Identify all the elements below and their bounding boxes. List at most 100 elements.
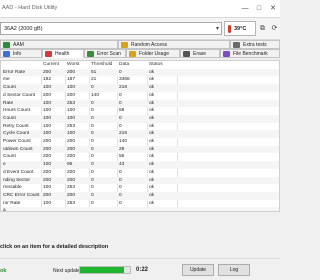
info-icon bbox=[3, 51, 10, 57]
current-value: 100 bbox=[43, 123, 52, 129]
copy-icon[interactable]: ⧉ bbox=[257, 21, 268, 36]
table-row[interactable]: me 192 187 21 3366 ok bbox=[1, 76, 279, 84]
worst-value: 200 bbox=[67, 177, 76, 183]
attribute-name: me bbox=[3, 77, 10, 83]
update-progress-bar bbox=[79, 266, 131, 274]
current-value: 100 bbox=[43, 185, 52, 191]
attribute-name: Count bbox=[3, 115, 16, 121]
close-button[interactable]: ✕ bbox=[266, 0, 280, 18]
attribute-name: Count bbox=[3, 154, 16, 160]
column-header-attribute[interactable] bbox=[1, 61, 41, 69]
drive-select[interactable]: 36A2 (2000 gB) ▾ bbox=[0, 22, 222, 35]
table-row[interactable]: Cycle Count 100 100 0 216 ok bbox=[1, 130, 279, 138]
attribute-status: ok bbox=[149, 192, 155, 198]
current-value: 200 bbox=[43, 177, 52, 183]
random-access-icon bbox=[121, 42, 128, 48]
table-row[interactable]: utdown Count 200 200 0 29 ok bbox=[1, 145, 279, 154]
description-panel: click on an item for a detailed descript… bbox=[0, 212, 280, 258]
table-row[interactable]: Count 100 100 0 0 ok bbox=[1, 114, 279, 123]
attribute-status: ok bbox=[149, 162, 155, 168]
tab-info[interactable]: Info bbox=[0, 49, 42, 58]
tab-folder-usage[interactable]: Folder Usage bbox=[126, 49, 180, 58]
attribute-name: rrectable bbox=[3, 185, 22, 191]
table-row[interactable]: rrectable 100 253 0 0 ok bbox=[1, 184, 279, 192]
raw-data: 0 bbox=[119, 192, 122, 198]
attribute-status: ok bbox=[149, 92, 155, 98]
table-row[interactable]: Count 200 200 0 56 ok bbox=[1, 153, 279, 161]
table-row[interactable]: nding Sector 200 200 0 0 ok bbox=[1, 176, 279, 185]
worst-value: 200 bbox=[67, 92, 76, 98]
tab-file-benchmark[interactable]: File Benchmark bbox=[220, 49, 280, 58]
attribute-name: Power Count bbox=[3, 139, 31, 144]
tab-extra-tests[interactable]: Extra tests bbox=[230, 40, 280, 49]
raw-data: 58 bbox=[119, 108, 125, 114]
update-button[interactable]: Update bbox=[182, 264, 214, 276]
maximize-button[interactable]: □ bbox=[252, 0, 266, 18]
current-value: 200 bbox=[43, 169, 52, 175]
threshold-value: 0 bbox=[91, 108, 94, 114]
raw-data: 140 bbox=[119, 139, 128, 144]
tab-error-scan[interactable]: Error Scan bbox=[84, 49, 126, 58]
raw-data: 0 bbox=[119, 177, 122, 183]
worst-value: 200 bbox=[67, 192, 76, 198]
table-row[interactable]: ror Rate 100 253 0 0 ok bbox=[1, 200, 279, 208]
tab-label: File Benchmark bbox=[233, 51, 268, 57]
drive-toolbar: 36A2 (2000 gB) ▾ 39°C ⧉ ⟳ bbox=[0, 18, 280, 40]
current-value: 100 bbox=[43, 200, 52, 206]
threshold-value: 0 bbox=[91, 169, 94, 175]
temperature-display: 39°C bbox=[224, 21, 256, 36]
column-header-status[interactable]: Status bbox=[147, 61, 177, 69]
attribute-status: ok bbox=[149, 115, 155, 121]
tab-health[interactable]: Health bbox=[42, 49, 84, 58]
table-row[interactable]: Error Rate 200 200 51 0 ok bbox=[1, 68, 279, 77]
table-row[interactable]: Count 100 100 0 218 ok bbox=[1, 84, 279, 92]
tab-label: AAM bbox=[13, 42, 24, 48]
attribute-status: ok bbox=[149, 100, 155, 106]
tab-row-bottom: Info Health Error Scan Folder Usage Eras… bbox=[0, 49, 280, 58]
column-header-threshold[interactable]: Threshold bbox=[89, 61, 117, 69]
current-value: 100 bbox=[43, 131, 52, 137]
minimize-button[interactable]: — bbox=[238, 0, 252, 18]
tab-random-access[interactable]: Random Access bbox=[118, 40, 230, 49]
threshold-value: 0 bbox=[91, 85, 94, 91]
table-row[interactable]: d Sector Count 200 200 140 0 ok bbox=[1, 92, 279, 100]
current-value: 100 bbox=[43, 115, 52, 121]
current-value: 100 bbox=[43, 162, 52, 168]
table-row[interactable]: e 100 95 0 43 ok bbox=[1, 161, 279, 169]
table-row[interactable]: Power Count 200 200 0 140 ok bbox=[1, 138, 279, 146]
attribute-name: Count bbox=[3, 85, 16, 91]
tab-label: Extra tests bbox=[243, 42, 267, 48]
worst-value: 95 bbox=[67, 162, 73, 168]
column-header-data[interactable]: Data bbox=[117, 61, 147, 69]
tab-label: Health bbox=[55, 51, 70, 57]
table-row[interactable]: Retry Count 100 253 0 0 ok bbox=[1, 123, 279, 131]
tab-aam[interactable]: AAM bbox=[0, 40, 118, 49]
table-row[interactable]: Hours Count 100 100 0 58 ok bbox=[1, 107, 279, 115]
attribute-status: ok bbox=[149, 69, 155, 75]
tab-label: Info bbox=[13, 51, 22, 57]
column-header-worst[interactable]: Worst bbox=[65, 61, 89, 69]
threshold-value: 0 bbox=[91, 139, 94, 144]
table-row[interactable]: CRC Error Count 200 200 0 0 ok bbox=[1, 191, 279, 200]
attribute-name: utdown Count bbox=[3, 146, 33, 152]
refresh-icon[interactable]: ⟳ bbox=[269, 21, 280, 36]
column-header-current[interactable]: Current bbox=[41, 61, 65, 69]
status-bar: ok Next update: 0:22 Update Log bbox=[0, 258, 280, 280]
attribute-name: CRC Error Count bbox=[3, 192, 40, 198]
table-row[interactable]: d Event Count 200 200 0 0 ok bbox=[1, 169, 279, 177]
raw-data: 0 bbox=[119, 169, 122, 175]
current-value: 200 bbox=[43, 146, 52, 152]
tab-erase[interactable]: Erase bbox=[180, 49, 220, 58]
table-row[interactable]: Rate 100 253 0 0 ok bbox=[1, 99, 279, 108]
attribute-name: Rate bbox=[3, 100, 14, 106]
log-button[interactable]: Log bbox=[218, 264, 250, 276]
worst-value: 100 bbox=[67, 108, 76, 114]
tab-label: Error Scan bbox=[97, 51, 121, 57]
drive-name: 36A2 (2000 gB) bbox=[4, 26, 43, 32]
attribute-name: Cycle Count bbox=[3, 131, 30, 137]
threshold-value: 0 bbox=[91, 100, 94, 106]
attribute-name: d Event Count bbox=[3, 169, 34, 175]
threshold-value: 0 bbox=[91, 115, 94, 121]
update-countdown: 0:22 bbox=[136, 267, 149, 273]
current-value: 200 bbox=[43, 139, 52, 144]
